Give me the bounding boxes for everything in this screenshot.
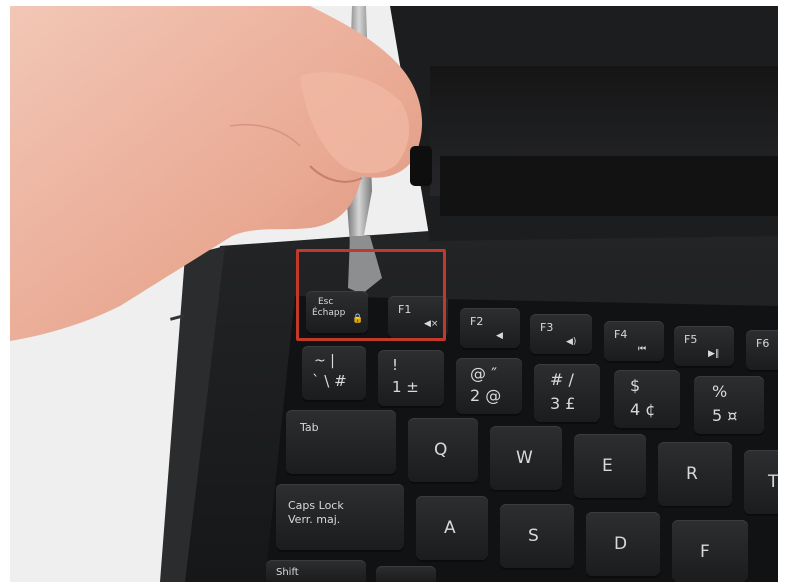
t-label: T (768, 472, 778, 492)
q-label: Q (434, 440, 448, 460)
key-4-bottom: 4 ¢ (630, 400, 656, 419)
f3-label: F3 (540, 321, 554, 334)
f4-label: F4 (614, 328, 628, 341)
key-2-bottom: 2 @ (470, 386, 502, 405)
tab-key: Tab (286, 410, 396, 474)
t-key: T (744, 450, 778, 514)
key-1-top: ! (392, 356, 399, 374)
laptop-keyboard-photo: Esc Échapp 🔒 F1 ◀× F2 ◀ F3 ◀) F4 ⏮ F5 ▶‖… (10, 6, 778, 582)
shift-label: Shift (276, 567, 299, 578)
tilde-label: ~ | (314, 353, 335, 369)
key-3: # / 3 £ (534, 364, 600, 422)
f3-key: F3 ◀) (530, 314, 592, 354)
photo-frame: Esc Échapp 🔒 F1 ◀× F2 ◀ F3 ◀) F4 ⏮ F5 ▶‖… (0, 0, 786, 583)
e-key: E (574, 434, 646, 498)
d-key: D (586, 512, 660, 576)
shift-key: Shift (266, 560, 366, 582)
tab-label: Tab (300, 421, 319, 434)
f5-label: F5 (684, 333, 698, 346)
w-label: W (516, 448, 533, 468)
f6-label: F6 (756, 337, 770, 350)
key-3-top: # / (550, 370, 574, 389)
r-key: R (658, 442, 732, 506)
f2-label: F2 (470, 315, 484, 328)
f6-key: F6 (746, 330, 778, 370)
f2-key: F2 ◀ (460, 308, 520, 348)
key-5-bottom: 5 ¤ (712, 406, 738, 425)
key-5: % 5 ¤ (694, 376, 764, 434)
caps-lock-key: Caps Lock Verr. maj. (276, 484, 404, 550)
a-label: A (444, 518, 456, 538)
volume-down-icon: ◀ (496, 331, 503, 341)
esc-key-highlight-box (296, 249, 446, 341)
key-1: ! 1 ± (378, 350, 444, 406)
s-label: S (528, 526, 539, 546)
backtick-key: ~ | ` \ # (302, 346, 366, 400)
play-pause-icon: ▶‖ (708, 349, 720, 359)
f5-key: F5 ▶‖ (674, 326, 734, 366)
key-4-top: $ (630, 376, 641, 395)
previous-track-icon: ⏮ (638, 344, 647, 354)
key-2-top: @ ″ (470, 364, 498, 383)
a-key: A (416, 496, 488, 560)
key-2: @ ″ 2 @ (456, 358, 522, 414)
backslash-label: ` \ # (312, 372, 347, 390)
caps-lock-label: Caps Lock (288, 499, 344, 512)
e-label: E (602, 456, 613, 476)
w-key: W (490, 426, 562, 490)
key-1-bottom: 1 ± (392, 378, 419, 396)
q-key: Q (408, 418, 478, 482)
verr-maj-label: Verr. maj. (288, 513, 341, 526)
r-label: R (686, 464, 698, 484)
d-label: D (614, 534, 628, 554)
f4-key: F4 ⏮ (604, 321, 664, 361)
s-key: S (500, 504, 574, 568)
key-3-bottom: 3 £ (550, 394, 576, 413)
f-label: F (700, 542, 710, 562)
f-key: F (672, 520, 748, 582)
key-5-top: % (712, 382, 728, 401)
key-4: $ 4 ¢ (614, 370, 680, 428)
volume-up-icon: ◀) (566, 337, 577, 347)
lt-key (376, 566, 436, 582)
